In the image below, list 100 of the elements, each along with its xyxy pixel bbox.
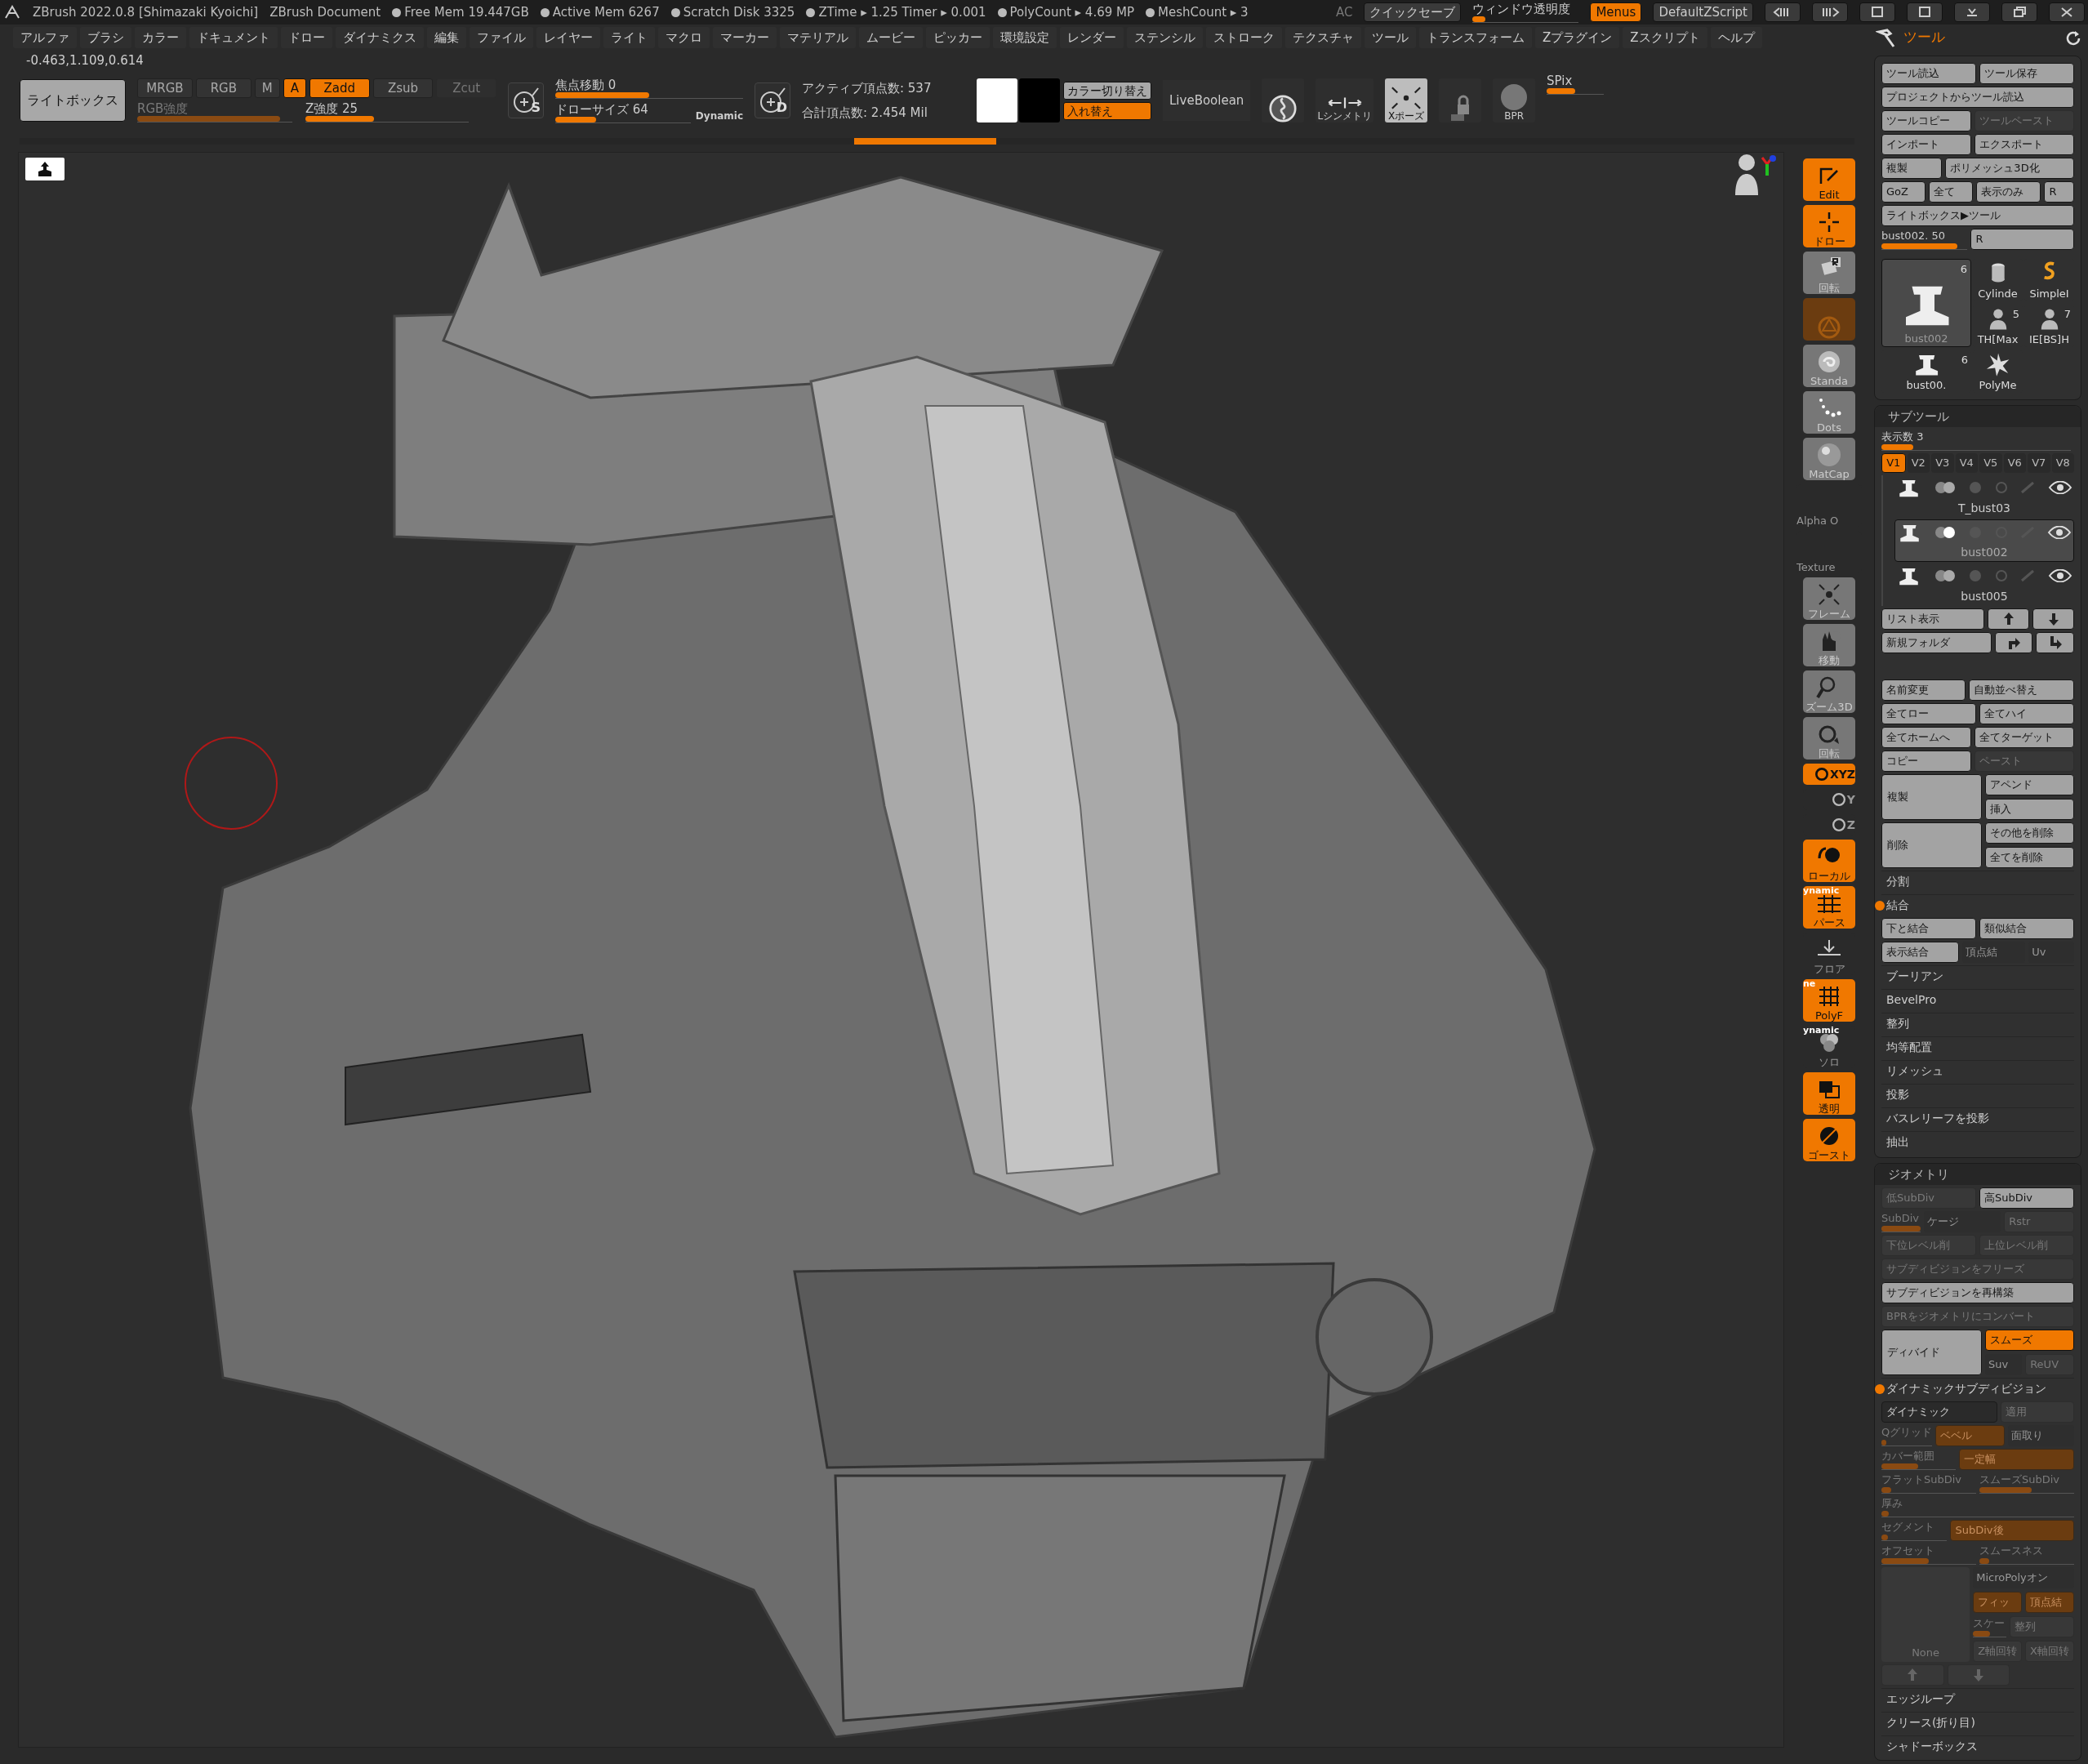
menu-item[interactable]: ダイナミクス: [336, 27, 424, 48]
strip-button[interactable]: ローカル: [1803, 840, 1855, 882]
layout-left-button[interactable]: [1859, 2, 1895, 22]
panel-button[interactable]: ディバイド: [1881, 1330, 1982, 1375]
viewport-canvas[interactable]: [18, 152, 1784, 1748]
minimize-button[interactable]: [1954, 2, 1990, 22]
menu-item[interactable]: ストローク: [1206, 27, 1282, 48]
section-header[interactable]: 均等配置: [1886, 1039, 1932, 1056]
menu-item[interactable]: ムービー: [859, 27, 923, 48]
turn-arrow-button[interactable]: [2036, 632, 2074, 653]
panel-button[interactable]: 類似結合: [1979, 918, 2074, 939]
menu-item[interactable]: マーカー: [713, 27, 777, 48]
panel-button[interactable]: サブディビジョンを再構築: [1881, 1282, 2074, 1303]
channel-button[interactable]: M: [254, 78, 280, 98]
panel-button[interactable]: ツール読込: [1881, 63, 1976, 84]
section-header[interactable]: ブーリアン: [1886, 968, 1943, 985]
strip-button[interactable]: ne PolyF: [1803, 979, 1855, 1022]
panel-button[interactable]: 新規フォルダ: [1881, 632, 1992, 653]
channel-button[interactable]: RGB: [195, 78, 252, 98]
section-header[interactable]: バスレリーフを投影: [1886, 1110, 1989, 1127]
section-header[interactable]: ダイナミックサブディビジョン: [1886, 1380, 2046, 1397]
panel-button[interactable]: ツール保存: [1979, 63, 2074, 84]
menu-item[interactable]: マテリアル: [780, 27, 856, 48]
panel-button[interactable]: 高SubDiv: [1979, 1187, 2074, 1209]
menu-item[interactable]: ツール: [1365, 27, 1416, 48]
menu-item[interactable]: アルファ: [13, 27, 77, 48]
panel-button[interactable]: アペンド: [1985, 774, 2074, 795]
lightbox-button[interactable]: ライトボックス: [20, 79, 126, 122]
version-tab[interactable]: V4: [1955, 453, 1978, 473]
lightbox-toggle[interactable]: [25, 158, 65, 180]
version-tab[interactable]: V5: [1979, 453, 2002, 473]
move-down-button[interactable]: [2032, 608, 2074, 630]
secondary-color-swatch[interactable]: [1019, 78, 1060, 122]
channel-button[interactable]: Zadd: [309, 78, 370, 98]
menu-item[interactable]: ヘルプ: [1710, 27, 1762, 48]
panel-button[interactable]: GoZ: [1881, 181, 1926, 203]
strip-button[interactable]: ynamic パース: [1803, 886, 1855, 929]
tool-thumbnail[interactable]: 6 bust002: [1881, 259, 1971, 347]
restore-button[interactable]: [2001, 2, 2037, 22]
section-header[interactable]: 分割: [1886, 873, 1909, 890]
menu-item[interactable]: トランスフォーム: [1419, 27, 1532, 48]
panel-button[interactable]: ダイナミック: [1881, 1401, 1997, 1423]
section-header[interactable]: エッジループ: [1886, 1690, 1955, 1708]
menu-item[interactable]: 環境設定: [993, 27, 1057, 48]
strip-button[interactable]: XYZ: [1803, 764, 1855, 785]
panel-button[interactable]: 全てホームへ: [1881, 727, 1971, 748]
version-tab[interactable]: V2: [1907, 453, 1930, 473]
layout-right-button[interactable]: [1907, 2, 1943, 22]
remesh-button[interactable]: [1262, 78, 1305, 122]
bpr-button[interactable]: BPR: [1493, 78, 1536, 122]
channel-button[interactable]: MRGB: [137, 78, 193, 98]
panel-button[interactable]: プロジェクトからツール読込: [1881, 87, 2074, 108]
panel-button[interactable]: 複製: [1881, 158, 1943, 179]
menu-item[interactable]: レンダー: [1060, 27, 1124, 48]
move-up-button[interactable]: [1988, 608, 2029, 630]
panel-button[interactable]: スムーズ: [1985, 1330, 2074, 1351]
menu-item[interactable]: Zプラグイン: [1535, 27, 1620, 48]
panel-button[interactable]: R: [2044, 181, 2074, 203]
version-tab[interactable]: V7: [2028, 453, 2050, 473]
main-color-swatch[interactable]: [977, 78, 1017, 122]
spix-slider[interactable]: SPix: [1547, 74, 1605, 95]
menu-item[interactable]: ドキュメント: [189, 27, 278, 48]
quicksave-button[interactable]: クイックセーブ: [1364, 2, 1462, 22]
menu-item[interactable]: テクスチャ: [1285, 27, 1361, 48]
panel-button[interactable]: エクスポート: [1974, 134, 2074, 155]
version-tab[interactable]: V6: [2003, 453, 2026, 473]
channel-button[interactable]: A: [283, 78, 307, 98]
strip-button[interactable]: 透明: [1803, 1072, 1855, 1115]
display-count-slider[interactable]: 表示数 3: [1881, 430, 2074, 451]
panel-button[interactable]: 表示結合: [1881, 942, 1959, 963]
panel-button[interactable]: ツールコピー: [1881, 110, 1971, 131]
panel-button[interactable]: 全てロー: [1881, 703, 1976, 724]
swap-button[interactable]: 入れ替え: [1063, 101, 1151, 120]
channel-button[interactable]: Zsub: [372, 78, 434, 98]
z-intensity-slider[interactable]: Z強度 25: [305, 101, 469, 122]
panel-button[interactable]: その他を削除: [1985, 822, 2074, 844]
version-tab[interactable]: V1: [1881, 453, 1906, 473]
transparency-slider[interactable]: ウィンドウ透明度: [1472, 2, 1579, 23]
panel-button[interactable]: ポリメッシュ3D化: [1945, 158, 2074, 179]
menu-item[interactable]: Zスクリプト: [1623, 27, 1707, 48]
panel-button[interactable]: R: [1970, 229, 2074, 250]
panel-slider[interactable]: bust002. 50: [1881, 229, 1968, 250]
panel-button[interactable]: 全てハイ: [1979, 703, 2074, 724]
panel-button[interactable]: 自動並べ替え: [1969, 679, 2074, 701]
menu-item[interactable]: 編集: [427, 27, 466, 48]
lock-button[interactable]: [1439, 78, 1482, 122]
version-tab[interactable]: V8: [2051, 453, 2074, 473]
liveboolean-button[interactable]: LiveBoolean: [1163, 80, 1251, 121]
section-header[interactable]: シャドーボックス: [1886, 1738, 1978, 1755]
menu-item[interactable]: レイヤー: [536, 27, 600, 48]
strip-button[interactable]: Edit: [1803, 158, 1855, 201]
menu-item[interactable]: カラー: [135, 27, 186, 48]
section-header[interactable]: 結合: [1886, 897, 1909, 914]
version-tab[interactable]: V3: [1931, 453, 1954, 473]
menu-item[interactable]: ステンシル: [1127, 27, 1203, 48]
section-header[interactable]: リメッシュ: [1886, 1062, 1943, 1080]
scroll-right-button[interactable]: [1812, 2, 1848, 22]
section-header[interactable]: 抽出: [1886, 1134, 1909, 1151]
menu-item[interactable]: ドロー: [281, 27, 332, 48]
brush-button[interactable]: S: [508, 82, 544, 118]
